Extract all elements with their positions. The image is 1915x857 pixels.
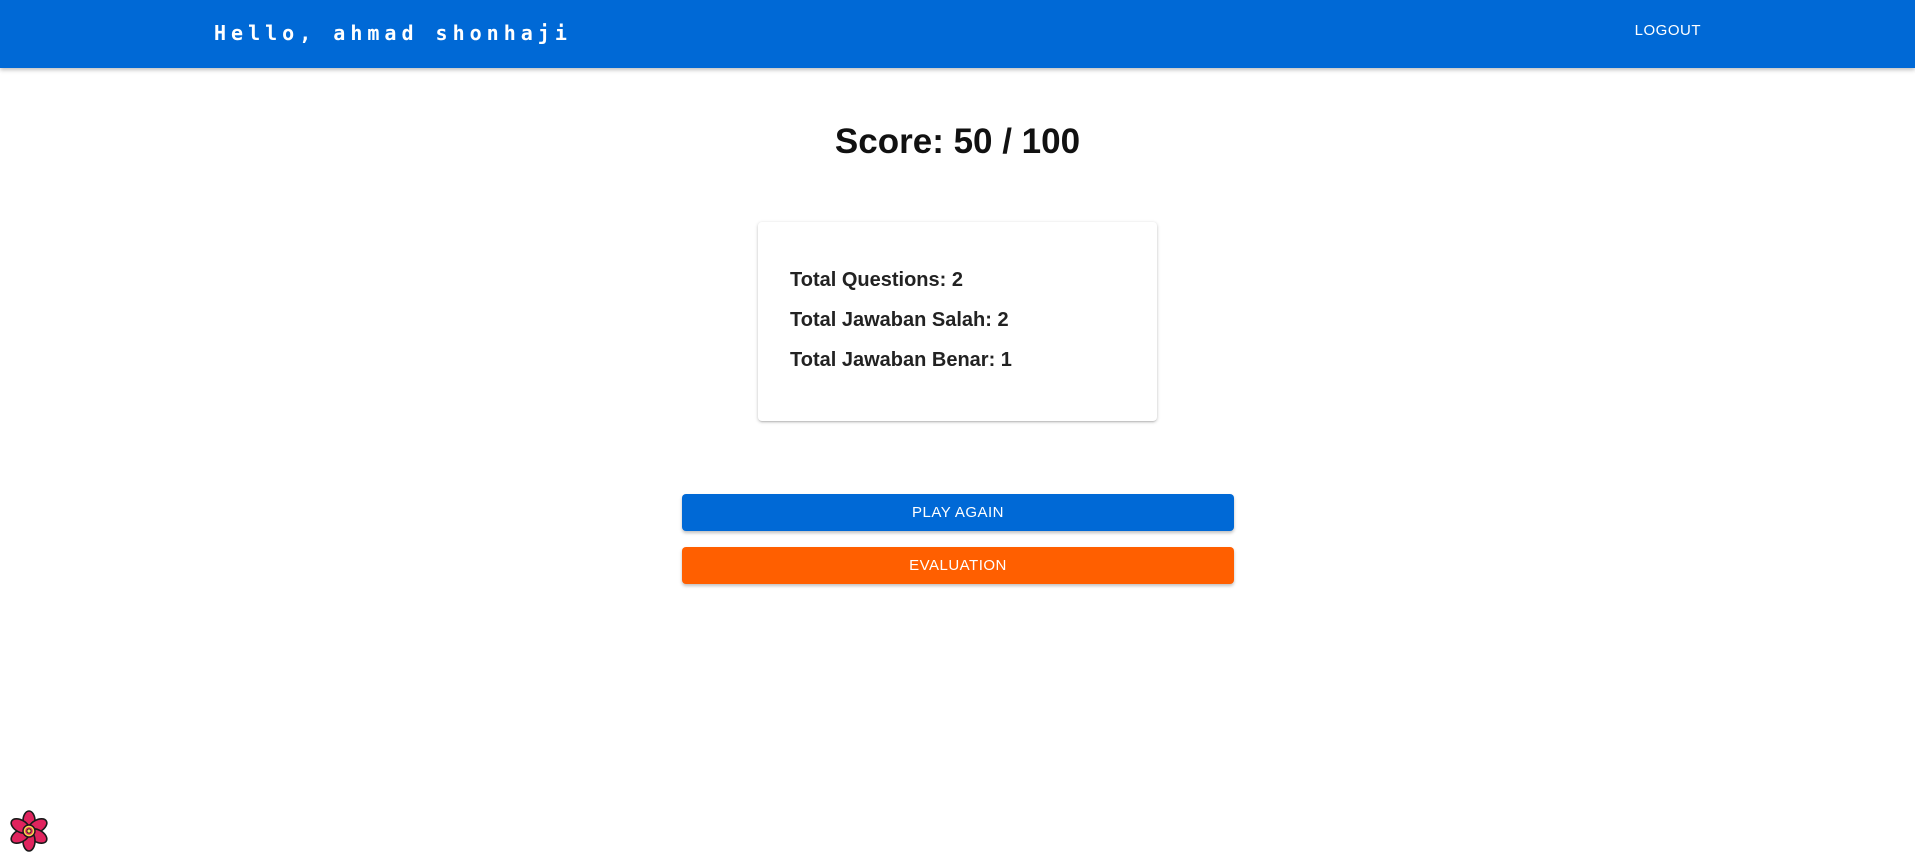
flower-icon[interactable] bbox=[8, 810, 50, 852]
score-heading: Score: 50 / 100 bbox=[834, 122, 1081, 161]
stats-card: Total Questions: 2 Total Jawaban Salah: … bbox=[758, 222, 1157, 421]
stat-wrong-answers: Total Jawaban Salah: 2 bbox=[790, 309, 1009, 331]
greeting-text: Hello, ahmad shonhaji bbox=[214, 21, 572, 45]
logout-button[interactable]: LOGOUT bbox=[1635, 22, 1701, 39]
stat-correct-answers: Total Jawaban Benar: 1 bbox=[790, 349, 1012, 371]
play-again-button[interactable]: PLAY AGAIN bbox=[682, 494, 1234, 531]
stat-total-questions: Total Questions: 2 bbox=[790, 269, 963, 291]
app-bar: Hello, ahmad shonhaji LOGOUT bbox=[0, 0, 1915, 68]
evaluation-button[interactable]: EVALUATION bbox=[682, 547, 1234, 584]
